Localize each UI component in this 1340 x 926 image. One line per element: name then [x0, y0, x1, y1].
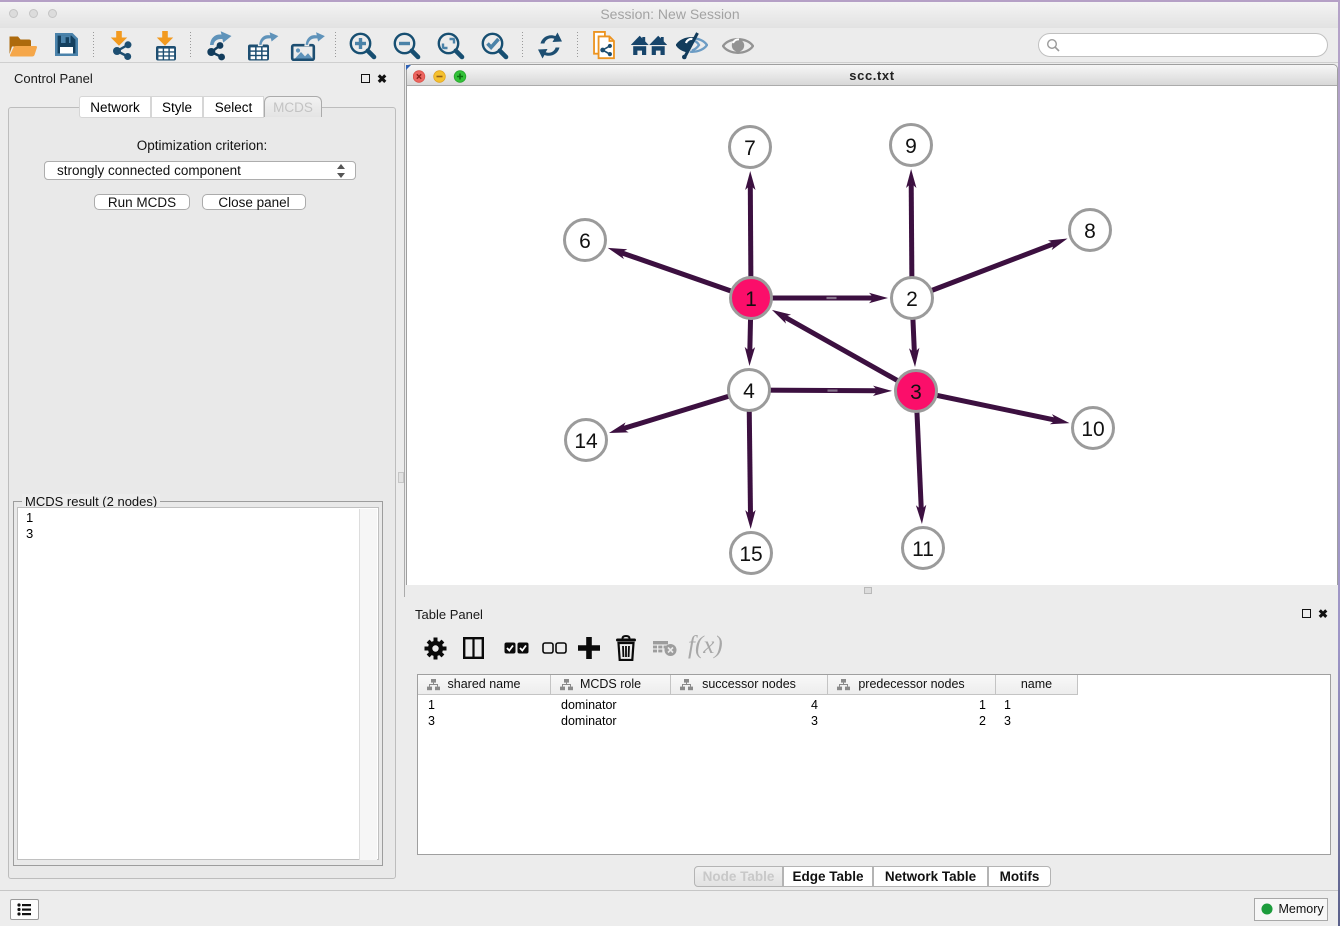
svg-text:1: 1: [745, 288, 757, 311]
svg-text:2: 2: [906, 288, 918, 311]
svg-text:11: 11: [912, 538, 934, 561]
svg-text:14: 14: [574, 430, 598, 453]
svg-text:8: 8: [1084, 220, 1096, 243]
svg-text:9: 9: [905, 135, 917, 158]
svg-text:4: 4: [743, 380, 755, 403]
svg-text:7: 7: [744, 137, 756, 160]
svg-text:3: 3: [910, 381, 922, 404]
svg-text:6: 6: [579, 230, 591, 253]
svg-text:10: 10: [1081, 418, 1104, 441]
svg-text:15: 15: [739, 543, 762, 566]
